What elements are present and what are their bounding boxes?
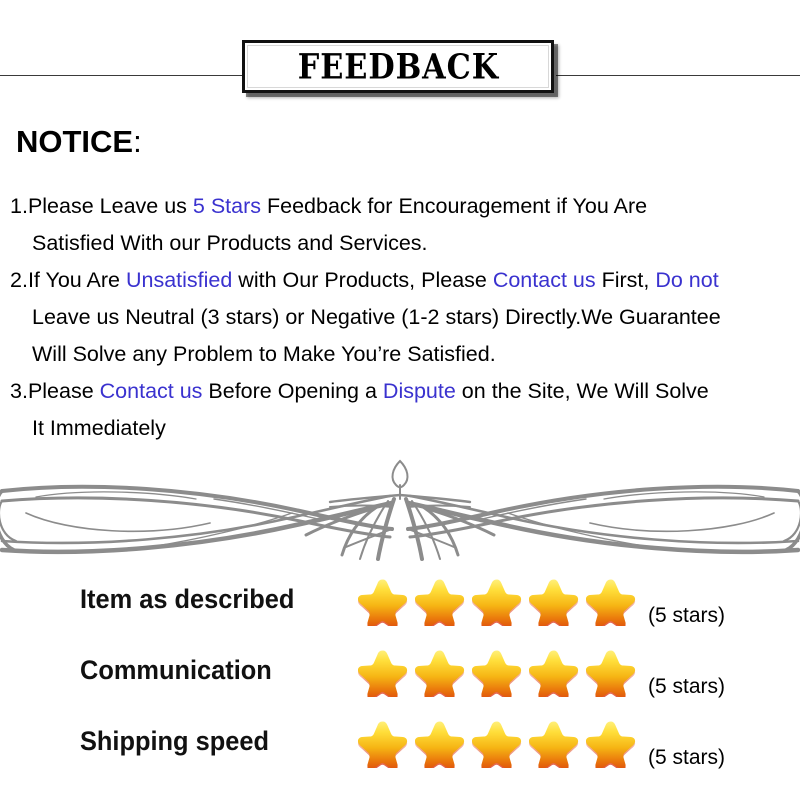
notice-list: 1.Please Leave us 5 Stars Feedback for E… [10,188,800,447]
notice-line-cont: Satisfied With our Products and Services… [10,225,800,262]
notice-item: 2.If You Are Unsatisfied with Our Produc… [10,262,800,373]
notice-text: on the Site, We Will Solve [455,379,709,403]
notice-text: Please Leave us [27,194,193,218]
rating-row: Communication (5 stars) [0,643,800,714]
rating-label: Item as described [80,584,295,614]
star-body [586,721,636,768]
star-icon [358,579,408,626]
page-title: FEEDBACK [297,45,499,88]
notice-text: If You Are [27,268,126,292]
notice-item: 1.Please Leave us 5 Stars Feedback for E… [10,188,800,262]
notice-text: Leave us Neutral (3 stars) or Negative (… [32,305,721,329]
star-body [415,579,465,626]
star-body [472,721,522,768]
star-icon [529,579,579,626]
notice-line-first: 3.Please Contact us Before Opening a Dis… [10,379,709,403]
rating-row: Item as described (5 stars) [0,572,800,643]
notice-text: Please [27,379,100,403]
notice-line-cont: It Immediately [10,410,800,447]
star-rating-caption: (5 stars) [648,675,726,698]
star-icon [415,721,465,768]
feedback-header: FEEDBACK [0,38,800,100]
notice-text: Will Solve any Problem to Make You’re Sa… [32,342,496,366]
star-icon [415,650,465,697]
notice-text: Feedback for Encouragement if You Are [266,194,648,218]
notice-highlight-text[interactable]: Dispute [383,379,456,403]
star-icon [529,721,579,768]
header-rule-left [0,75,243,76]
star-body [529,579,579,626]
star-body [472,579,522,626]
notice-item-number: 1. [10,194,28,218]
notice-highlight-text[interactable]: Contact us [493,268,596,292]
notice-text: First, [595,268,656,292]
notice-item-number: 2. [10,268,28,292]
feedback-page: FEEDBACK NOTICE: 1.Please Leave us 5 Sta… [0,0,800,800]
star-body [358,579,408,626]
star-body [586,650,636,697]
star-body [415,650,465,697]
star-rating-caption: (5 stars) [648,604,726,627]
notice-heading: NOTICE: [16,124,142,160]
notice-item: 3.Please Contact us Before Opening a Dis… [10,373,800,447]
notice-text: It Immediately [32,416,166,440]
star-body [358,650,408,697]
star-body [472,650,522,697]
rating-rows: Item as described (5 stars) Communication (… [0,572,800,785]
star-icon [472,650,522,697]
header-rule-right [556,75,800,76]
notice-highlight-text[interactable]: Do not [655,268,718,292]
star-icon [586,721,636,768]
star-body [586,579,636,626]
notice-line-first: 1.Please Leave us 5 Stars Feedback for E… [10,194,647,218]
feedback-title-box: FEEDBACK [242,40,554,93]
notice-heading-text: NOTICE [16,124,134,159]
star-body [415,721,465,768]
notice-highlight-text[interactable]: Contact us [100,379,203,403]
star-body [529,650,579,697]
star-icon [415,579,465,626]
notice-text: Satisfied With our Products and Services… [32,231,428,255]
star-icon [358,721,408,768]
star-rating-caption: (5 stars) [648,746,726,769]
rating-row: Shipping speed (5 stars) [0,714,800,785]
notice-text: Before Opening a [202,379,383,403]
notice-item-number: 3. [10,379,28,403]
star-body [529,721,579,768]
rating-label: Shipping speed [80,726,269,756]
notice-line-cont: Will Solve any Problem to Make You’re Sa… [10,336,800,373]
notice-line-first: 2.If You Are Unsatisfied with Our Produc… [10,268,719,292]
rating-label: Communication [80,655,272,685]
notice-line-cont: Leave us Neutral (3 stars) or Negative (… [10,299,800,336]
star-icon [472,721,522,768]
star-rating[interactable] [358,647,636,697]
notice-heading-colon: : [133,124,142,159]
star-rating[interactable] [358,718,636,768]
star-icon [586,650,636,697]
star-icon [529,650,579,697]
notice-highlight-text[interactable]: 5 Stars [193,194,267,218]
star-icon [586,579,636,626]
notice-highlight-text[interactable]: Unsatisfied [126,268,232,292]
decorative-flourish-ornament [0,455,800,565]
star-body [358,721,408,768]
star-icon [358,650,408,697]
notice-text: with Our Products, Please [232,268,493,292]
star-icon [472,579,522,626]
star-rating[interactable] [358,576,636,626]
